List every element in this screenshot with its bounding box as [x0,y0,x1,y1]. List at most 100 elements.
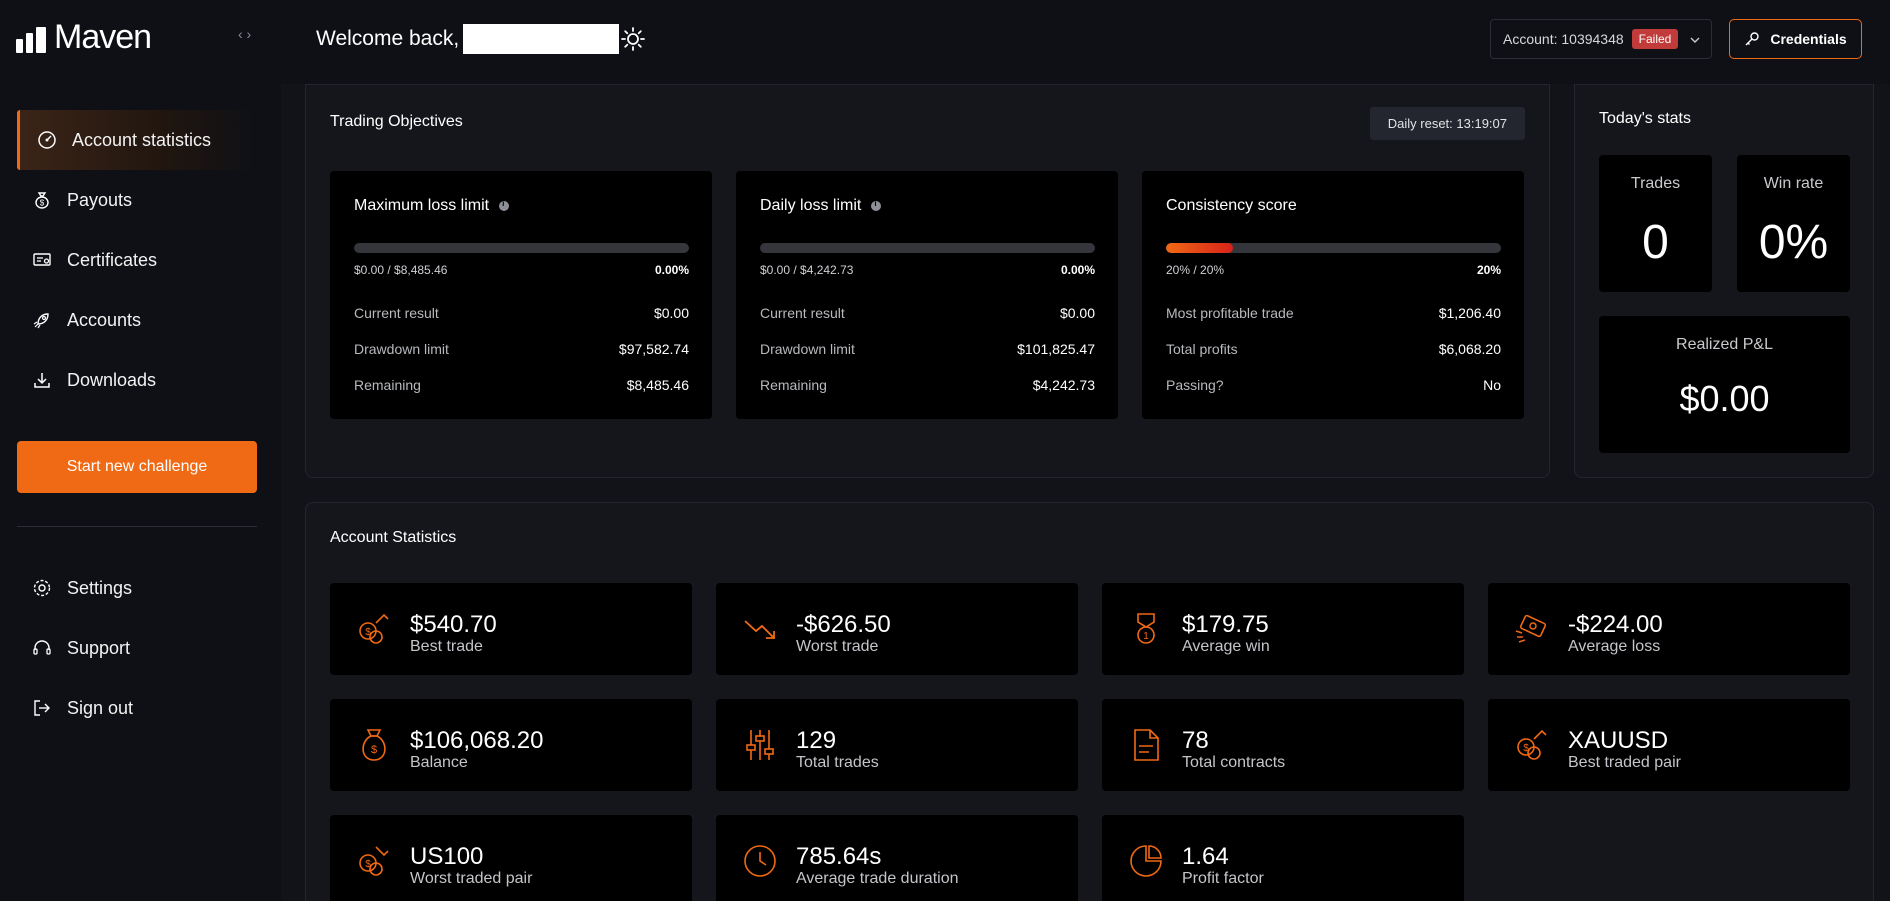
sign-out-icon [31,697,53,719]
status-badge: Failed [1631,29,1679,49]
row-value: $0.00 [1059,305,1095,321]
stat-card-profit-factor: 1.64 Profit factor [1102,815,1464,901]
money-bag-icon: $ [31,189,53,211]
sidebar-item-label: Accounts [67,309,142,330]
realized-pnl-stat: Realized P&L $0.00 [1599,316,1850,453]
card-title: Daily loss limit [760,197,882,215]
stat-label: Worst traded pair [410,870,533,887]
brand-name: Maven [54,18,152,56]
svg-text:$: $ [365,859,371,870]
daily-loss-card: Daily loss limit $0.00 / $4,242.73 0.00%… [736,171,1118,419]
stat-value: 78 [1182,727,1209,754]
max-loss-card: Maximum loss limit $0.00 / $8,485.46 0.0… [330,171,712,419]
progress-percent: 20% [1476,263,1501,277]
stat-label: Total trades [796,754,879,771]
welcome-label: Welcome back, [316,27,460,50]
stat-label: Worst trade [796,638,879,655]
sidebar-item-accounts[interactable]: Accounts [17,290,257,350]
stat-value: XAUUSD [1568,727,1669,754]
stat-card-balance: $ $106,068.20 Balance [330,699,692,791]
stat-value: US100 [410,843,484,870]
sidebar-item-label: Certificates [67,249,158,270]
stat-card-average-loss: -$224.00 Average loss [1488,583,1850,675]
credentials-button[interactable]: Credentials [1729,19,1862,59]
sidebar-item-downloads[interactable]: Downloads [17,350,257,410]
maven-logo[interactable]: Maven [16,18,152,57]
sidebar-item-label: Sign out [67,697,134,718]
row-total-profits: Total profits $6,068.20 [1166,341,1501,357]
account-label: Account: 10394348 [1503,31,1624,47]
money-fly-icon [1515,614,1547,643]
stat-label: Average loss [1568,638,1661,655]
row-remaining: Remaining $4,242.73 [760,377,1095,393]
row-drawdown-limit: Drawdown limit $97,582.74 [354,341,689,357]
sidebar-item-account-statistics[interactable]: Account statistics [17,110,257,170]
row-label: Passing? [1166,377,1224,393]
stat-label: Average win [1182,638,1270,655]
stat-card-total-trades: 129 Total trades [716,699,1078,791]
row-value: $6,068.20 [1438,341,1501,357]
user-name-redacted [463,24,620,54]
row-drawdown-limit: Drawdown limit $101,825.47 [760,341,1095,357]
card-title-text: Daily loss limit [760,197,862,214]
stat-value: -$626.50 [796,611,891,638]
consistency-score-card: Consistency score 20% / 20% 20% Most pro… [1142,171,1524,419]
account-selector[interactable]: Account: 10394348 Failed [1490,19,1712,59]
progress-text: $0.00 / $8,485.46 [354,263,448,277]
sun-icon[interactable] [620,26,646,52]
sidebar: Account statistics $ Payouts Certificate… [0,84,281,901]
trades-stat: Trades 0 [1599,155,1712,292]
panel-title: Account Statistics [330,529,457,546]
info-icon[interactable] [499,199,510,211]
row-label: Drawdown limit [760,341,855,357]
sidebar-item-certificates[interactable]: Certificates [17,230,257,290]
row-current-result: Current result $0.00 [354,305,689,321]
row-passing: Passing? No [1166,377,1501,393]
key-icon [1745,32,1760,46]
stat-value: 785.64s [796,843,882,870]
stat-value: $179.75 [1182,611,1269,638]
row-value: $8,485.46 [626,377,689,393]
stat-value: $0.00 [1679,378,1770,419]
gear-icon [31,577,53,599]
card-title: Consistency score [1166,197,1297,215]
sidebar-item-sign-out[interactable]: Sign out [17,678,257,738]
sidebar-item-settings[interactable]: Settings [17,558,257,618]
stat-label: Win rate [1763,175,1824,192]
progress-percent: 0.00% [1060,263,1095,277]
row-label: Most profitable trade [1166,305,1294,321]
sidebar-item-payouts[interactable]: $ Payouts [17,170,257,230]
collapse-sidebar-icon[interactable]: ‹ › [238,26,251,42]
stat-value: 0 [1642,216,1669,269]
credentials-label: Credentials [1770,31,1847,47]
chevron-down-icon [1690,37,1700,43]
account-statistics-panel: Account Statistics $ $540.70 Best trade … [305,502,1874,901]
row-label: Current result [760,305,845,321]
row-label: Drawdown limit [354,341,449,357]
rocket-icon [31,309,53,331]
stat-label: Profit factor [1182,870,1264,887]
progress-text: 20% / 20% [1166,263,1225,277]
daily-reset-badge: Daily reset: 13:19:07 [1369,107,1525,140]
sidebar-item-label: Settings [67,577,133,598]
row-value: $1,206.40 [1438,305,1501,321]
info-icon[interactable] [871,199,882,211]
svg-text:$: $ [371,744,377,756]
stat-label: Trades [1630,175,1681,192]
row-most-profitable-trade: Most profitable trade $1,206.40 [1166,305,1501,321]
download-icon [31,369,53,391]
pie-chart-icon [1130,845,1162,877]
headset-icon [31,637,53,659]
trading-objectives-panel: Trading Objectives Daily reset: 13:19:07… [305,84,1550,478]
stat-value: 0% [1758,216,1829,269]
stat-label: Best traded pair [1568,754,1681,771]
sidebar-item-label: Account statistics [72,129,212,150]
medal-icon: 1 [1137,613,1155,644]
start-new-challenge-button[interactable]: Start new challenge [17,441,257,493]
card-title-text: Maximum loss limit [354,197,490,214]
gauge-icon [36,129,58,151]
row-remaining: Remaining $8,485.46 [354,377,689,393]
svg-text:1: 1 [1143,631,1149,642]
sidebar-item-support[interactable]: Support [17,618,257,678]
welcome-text: Welcome back, [316,24,620,54]
